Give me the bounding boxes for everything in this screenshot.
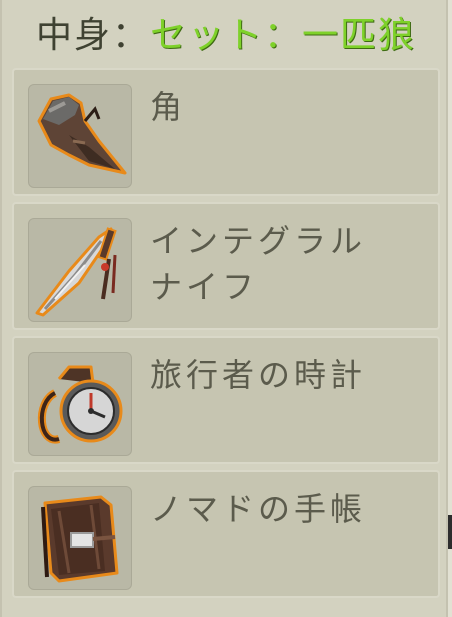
- list-item-nomad-notebook[interactable]: ノマドの手帳: [12, 470, 440, 598]
- scrollbar-notch: [448, 515, 452, 549]
- travelers-watch-icon: [28, 352, 132, 456]
- item-name: ノマドの手帳: [150, 490, 367, 528]
- item-name: 角: [150, 88, 187, 126]
- contents-header: 中身： セット：一匹狼: [2, 0, 450, 64]
- list-item-travelers-watch[interactable]: 旅行者の時計: [12, 336, 440, 464]
- item-list: 角 インテグラル ナイフ 旅行者の時計 ノマドの手帳: [12, 68, 440, 604]
- contents-label: 中身：: [35, 15, 150, 56]
- contents-panel: 中身： セット：一匹狼 角 インテグラル ナイフ 旅行者の時計 ノマドの手帳: [0, 0, 448, 617]
- nomad-notebook-icon: [28, 486, 132, 590]
- list-item-integral-knife[interactable]: インテグラル ナイフ: [12, 202, 440, 330]
- item-name: 旅行者の時計: [150, 356, 367, 394]
- set-name: セット：一匹狼: [150, 15, 417, 56]
- horn-icon: [28, 84, 132, 188]
- integral-knife-icon: [28, 218, 132, 322]
- item-name: インテグラル ナイフ: [150, 222, 367, 306]
- list-item-horn[interactable]: 角: [12, 68, 440, 196]
